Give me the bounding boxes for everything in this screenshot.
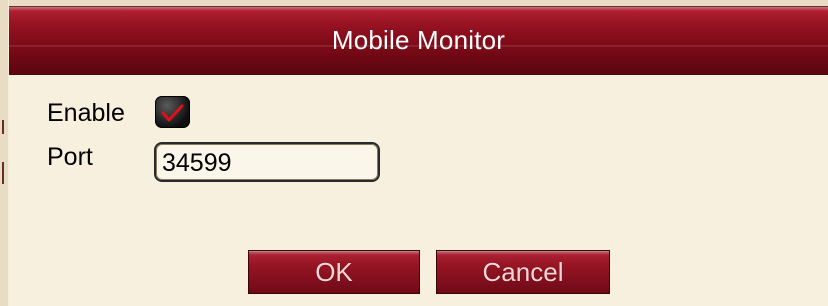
port-label: Port	[47, 143, 93, 171]
dialog-title: Mobile Monitor	[331, 25, 506, 55]
port-input[interactable]: 34599	[154, 142, 380, 182]
dialog-titlebar[interactable]: Mobile Monitor	[9, 6, 828, 75]
enable-label: Enable	[47, 99, 125, 127]
edge-mark	[2, 162, 4, 184]
ok-button[interactable]: OK	[248, 250, 420, 294]
background-window-edge	[0, 0, 8, 306]
checkmark-icon	[161, 104, 184, 122]
enable-checkbox[interactable]	[155, 96, 190, 128]
cancel-button[interactable]: Cancel	[436, 250, 610, 294]
mobile-monitor-dialog: Mobile Monitor Enable Port 34599 OK Canc…	[9, 0, 828, 306]
edge-mark	[2, 120, 4, 134]
